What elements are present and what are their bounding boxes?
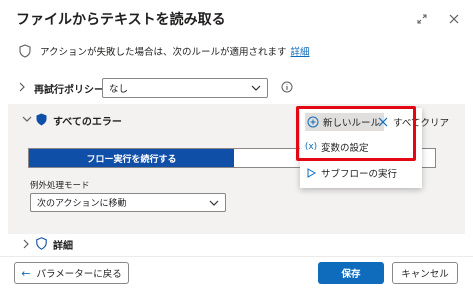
info-icon[interactable] [281, 81, 293, 93]
shield-outline-icon [36, 237, 47, 250]
exception-mode-label: 例外処理モード [30, 181, 90, 191]
chevron-down-icon[interactable] [22, 115, 32, 123]
details-section-label: 詳細 [53, 241, 73, 252]
chevron-down-icon [251, 85, 261, 91]
details-link[interactable]: 詳細 [291, 44, 310, 58]
info-text: アクションが失敗した場合は、次のルールが適用されます [40, 47, 287, 58]
save-button[interactable]: 保存 [318, 262, 384, 284]
close-icon [449, 14, 459, 24]
info-banner: アクションが失敗した場合は、次のルールが適用されます 詳細 [18, 44, 310, 58]
dialog: ファイルからテキストを読み取る アクションが失敗した場合は、次のルールが適用され… [0, 0, 473, 300]
dialog-title: ファイルからテキストを読み取る [16, 12, 226, 28]
retry-policy-label: 再試行ポリシー [34, 85, 104, 96]
all-errors-label: すべてのエラー [53, 117, 122, 128]
retry-policy-value: なし [109, 84, 129, 95]
highlight-box [296, 106, 416, 161]
run-subflow-label: サブフローの実行 [321, 169, 398, 180]
retry-policy-select[interactable]: なし [102, 78, 268, 98]
expand-icon [417, 14, 427, 24]
continue-flow-tab[interactable]: フロー実行を続行する [29, 149, 234, 167]
chevron-down-icon [209, 200, 219, 206]
run-subflow-item[interactable]: サブフローの実行 [305, 164, 397, 182]
exception-mode-select[interactable]: 次のアクションに移動 [30, 193, 226, 212]
shield-filled-icon [36, 113, 47, 126]
exception-mode-value: 次のアクションに移動 [37, 199, 127, 209]
cancel-button[interactable]: キャンセル [392, 262, 458, 284]
footer-divider [0, 256, 473, 257]
chevron-right-icon[interactable] [18, 82, 26, 92]
shield-icon [19, 44, 31, 58]
back-label: パラメーターに戻る [36, 269, 122, 280]
back-to-parameters-button[interactable]: ← パラメーターに戻る [14, 262, 129, 284]
close-button[interactable] [446, 11, 462, 27]
play-icon [305, 167, 317, 179]
arrow-left-icon: ← [21, 266, 31, 280]
expand-button[interactable] [414, 11, 430, 27]
chevron-right-icon[interactable] [22, 239, 30, 249]
